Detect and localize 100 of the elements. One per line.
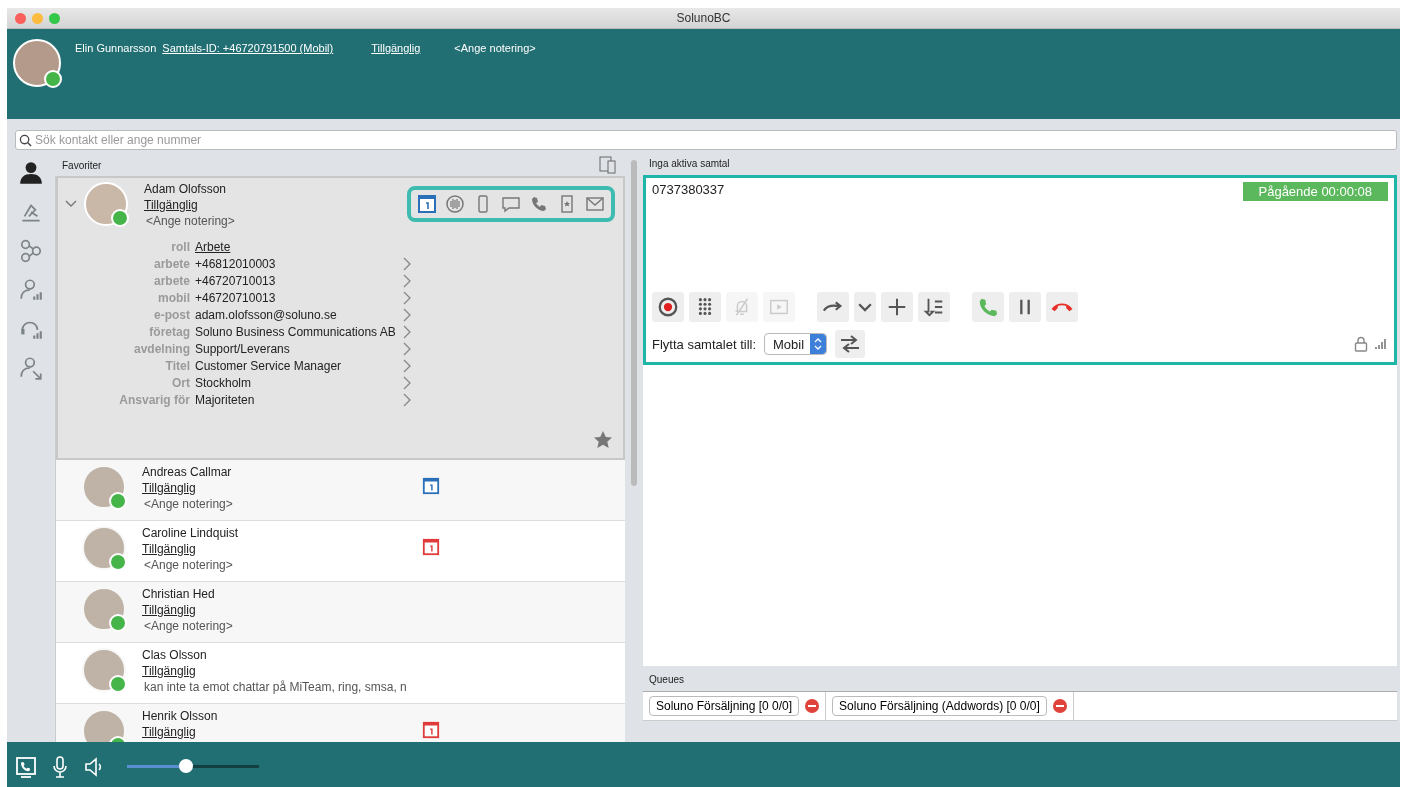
note-text[interactable]: <Ange notering> <box>144 619 422 633</box>
record-button[interactable] <box>652 292 684 322</box>
status-link[interactable]: Tillgänglig <box>142 542 422 556</box>
transfer-list-icon <box>923 296 945 318</box>
call-status-badge: Pågående 00:00:08 <box>1242 182 1388 201</box>
contact-row[interactable]: Henrik Olsson Tillgänglig <box>56 704 625 742</box>
field-label: Titel <box>164 359 190 373</box>
signal-icon <box>1374 336 1388 350</box>
note-text[interactable]: <Ange notering> <box>146 214 235 228</box>
mail-icon[interactable] <box>585 194 605 214</box>
softphone-icon[interactable] <box>15 755 37 778</box>
person-transfer-icon[interactable] <box>18 355 44 381</box>
chevron-right-icon[interactable] <box>402 376 412 390</box>
status-link[interactable]: Tillgänglig <box>142 603 422 617</box>
contact-row[interactable]: Caroline Lindquist Tillgänglig <Ange notering> <box>56 521 625 582</box>
field-label: arbete <box>152 257 190 271</box>
person-icon[interactable] <box>18 160 44 186</box>
contact-name: Clas Olsson <box>142 648 208 662</box>
swap-arrows-icon <box>839 334 862 354</box>
star-icon[interactable] <box>593 430 613 450</box>
chevron-right-icon[interactable] <box>402 359 412 373</box>
field-label: mobil <box>157 291 190 305</box>
chat-icon[interactable] <box>501 194 521 214</box>
phone-icon <box>977 296 999 318</box>
swap-button[interactable] <box>835 330 866 358</box>
zoom-button[interactable] <box>49 12 60 24</box>
calendar-icon[interactable] <box>422 477 440 495</box>
phone-icon[interactable] <box>529 194 549 214</box>
caret-icon <box>858 302 872 312</box>
record-icon <box>657 296 679 318</box>
chevron-right-icon[interactable] <box>402 393 412 407</box>
note-text[interactable]: <Ange notering> <box>144 558 422 572</box>
note-link[interactable]: <Ange notering> <box>454 42 536 54</box>
close-button[interactable] <box>15 12 26 24</box>
status-link[interactable]: Tillgänglig <box>144 198 235 212</box>
chevron-right-icon[interactable] <box>402 291 412 305</box>
phone-number: 0737380337 <box>652 182 725 199</box>
contact-row[interactable]: Christian Hed Tillgänglig <Ange notering> <box>56 582 625 643</box>
chevron-right-icon[interactable] <box>402 257 412 271</box>
contact-name: Caroline Lindquist <box>142 526 240 540</box>
forward-button[interactable] <box>817 292 849 322</box>
move-call-label: Flytta samtalet till: <box>652 336 757 352</box>
lock-icon <box>1354 336 1368 352</box>
field-label: företag <box>148 325 190 339</box>
chevron-right-icon[interactable] <box>402 342 412 356</box>
status-link[interactable]: Tillgänglig <box>142 481 422 495</box>
queue-button[interactable]: Soluno Försäljning (Addwords) [0 0/0] <box>832 696 1047 716</box>
hold-button[interactable] <box>1009 292 1041 322</box>
call-id-link[interactable]: Samtals-ID: +46720791500 (Mobil) <box>162 42 334 54</box>
contact-name: Andreas Callmar <box>142 465 233 479</box>
calendar-icon[interactable] <box>422 721 440 739</box>
role-link[interactable]: Arbete <box>195 240 416 254</box>
chevron-right-icon[interactable] <box>402 274 412 288</box>
calendar-icon[interactable] <box>417 194 437 214</box>
search-field[interactable]: Sök kontakt eller ange nummer <box>15 130 1397 150</box>
field-value: +46720710013 <box>195 291 277 305</box>
field-value: Support/Leverans <box>195 342 291 356</box>
voicemail-icon[interactable] <box>445 194 465 214</box>
transfer-list-button[interactable] <box>918 292 950 322</box>
dialpad-button[interactable] <box>689 292 721 322</box>
field-value: Customer Service Manager <box>195 359 343 373</box>
contact-row[interactable]: Andreas Callmar Tillgänglig <Ange notering> <box>56 460 625 521</box>
status-link[interactable]: Tillgänglig <box>371 42 421 54</box>
contact-name: Henrik Olsson <box>142 709 219 723</box>
section-label: Favoriter <box>62 159 102 171</box>
field-label: Ort <box>171 376 190 390</box>
scrollbar-thumb[interactable] <box>631 160 637 486</box>
add-button[interactable] <box>881 292 913 322</box>
chevron-right-icon[interactable] <box>402 308 412 322</box>
note-text[interactable]: <Ange notering> <box>144 497 422 511</box>
hangup-button[interactable] <box>1046 292 1078 322</box>
field-value: Majoriteten <box>195 393 256 407</box>
note-text[interactable]: kan inte ta emot chattar på MiTeam, ring, smsa, n <box>144 680 422 694</box>
remove-icon[interactable] <box>805 699 820 713</box>
status-dot <box>109 614 127 632</box>
devices-icon[interactable] <box>599 156 617 174</box>
status-link[interactable]: Tillgänglig <box>142 725 422 739</box>
contact-row[interactable]: Clas Olsson Tillgänglig kan inte ta emot chattar på MiTeam, ring, smsa, n <box>56 643 625 704</box>
status-dot <box>109 492 127 510</box>
answer-button[interactable] <box>972 292 1004 322</box>
device-select[interactable]: Mobil <box>764 333 828 355</box>
status-link[interactable]: Tillgänglig <box>142 664 422 678</box>
status-dot <box>109 553 127 571</box>
slider-thumb[interactable] <box>179 759 194 773</box>
field-value: adam.olofsson@soluno.se <box>195 308 338 322</box>
section-label: Inga aktiva samtal <box>648 157 731 171</box>
field-value: +46812010003 <box>195 257 277 271</box>
contact-name: Christian Hed <box>142 587 216 601</box>
chevron-right-icon[interactable] <box>402 325 412 339</box>
contact-name: Adam Olofsson <box>144 182 228 196</box>
calendar-icon[interactable] <box>422 538 440 556</box>
remove-icon[interactable] <box>1052 699 1067 713</box>
dropdown-button[interactable] <box>854 292 876 322</box>
queue-button[interactable]: Soluno Försäljning [0 0/0] <box>649 696 800 716</box>
field-value: Stockholm <box>195 376 253 390</box>
nodes-icon[interactable] <box>18 238 44 264</box>
field-label: e-post <box>153 308 190 322</box>
plus-icon <box>886 296 908 318</box>
person-stats-icon[interactable] <box>18 277 44 303</box>
hangup-icon <box>1051 302 1073 312</box>
